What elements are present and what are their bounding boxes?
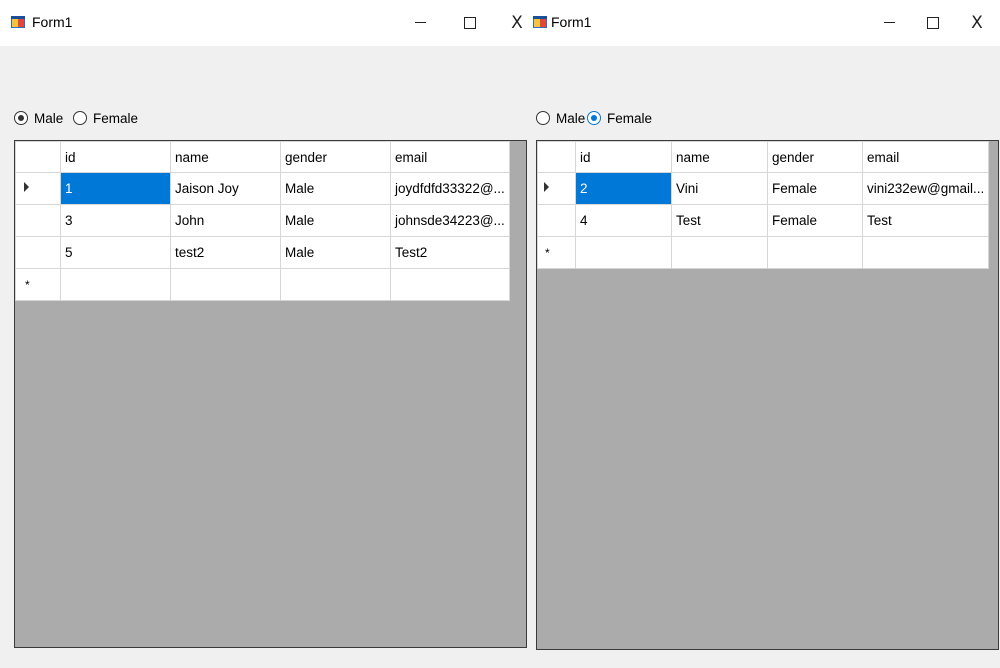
window-title: Form1 — [32, 14, 73, 30]
radio-female-indicator[interactable] — [587, 111, 601, 125]
header-row: id name gender email — [537, 141, 990, 173]
cell-id[interactable]: 4 — [575, 204, 672, 237]
column-header-gender[interactable]: gender — [767, 141, 863, 173]
form-window-female: Form1 X Male Female id name gender email — [527, 0, 1000, 668]
cell-name[interactable]: Jaison Joy — [170, 172, 281, 205]
close-button[interactable]: X — [505, 10, 527, 36]
cell-email[interactable]: johnsde34223@... — [390, 204, 510, 237]
corner-header-cell[interactable] — [537, 141, 576, 173]
row-header[interactable] — [537, 204, 576, 237]
app-form-icon — [11, 16, 25, 28]
new-row[interactable]: * — [15, 268, 510, 301]
column-header-id[interactable]: id — [575, 141, 672, 173]
column-header-gender[interactable]: gender — [280, 141, 391, 173]
cell-name[interactable]: John — [170, 204, 281, 237]
row-header[interactable] — [15, 204, 61, 237]
current-row-arrow-icon — [24, 182, 29, 192]
cell-name[interactable]: Test — [671, 204, 768, 237]
window-title: Form1 — [551, 14, 592, 30]
minimize-icon — [414, 22, 426, 23]
new-row[interactable]: * — [537, 236, 990, 269]
radio-male-label: Male — [34, 110, 64, 126]
new-cell-name[interactable] — [671, 236, 768, 269]
new-cell-gender[interactable] — [767, 236, 863, 269]
header-row: id name gender email — [15, 141, 510, 173]
new-cell-id[interactable] — [60, 268, 171, 301]
radio-female-label: Female — [607, 110, 653, 126]
data-grid-table: id name gender email 1 Jaison Joy Male j… — [15, 141, 510, 301]
cell-email[interactable]: joydfdfd33322@... — [390, 172, 510, 205]
new-row-header[interactable]: * — [15, 268, 61, 301]
new-row-header[interactable]: * — [537, 236, 576, 269]
cell-email[interactable]: vini232ew@gmail... — [861, 172, 990, 205]
title-bar: Form1 X — [527, 0, 1000, 46]
column-header-email[interactable]: email — [861, 141, 990, 173]
new-cell-email[interactable] — [390, 268, 510, 301]
app-form-icon — [533, 16, 547, 28]
maximize-button[interactable] — [921, 10, 945, 36]
radio-male-indicator[interactable] — [14, 111, 28, 125]
row-header-current[interactable] — [537, 172, 576, 205]
new-cell-name[interactable] — [170, 268, 281, 301]
radio-male[interactable]: Male — [536, 108, 585, 128]
table-row[interactable]: 1 Jaison Joy Male joydfdfd33322@... — [15, 172, 510, 205]
cell-gender[interactable]: Female — [767, 172, 863, 205]
current-row-arrow-icon — [544, 182, 549, 192]
data-grid[interactable]: id name gender email 2 Vini Female vini2… — [536, 140, 999, 650]
radio-female-indicator[interactable] — [73, 111, 87, 125]
column-header-name[interactable]: name — [170, 141, 281, 173]
maximize-button[interactable] — [458, 10, 482, 36]
title-bar: Form1 X — [0, 0, 527, 46]
radio-male[interactable]: Male — [14, 108, 63, 128]
table-row[interactable]: 5 test2 Male Test2 — [15, 236, 510, 269]
new-cell-gender[interactable] — [280, 268, 391, 301]
column-header-name[interactable]: name — [671, 141, 768, 173]
cell-gender[interactable]: Male — [280, 236, 391, 269]
cell-id[interactable]: 5 — [60, 236, 171, 269]
form-window-male: Form1 X Male Female id name gender email — [0, 0, 527, 668]
table-row[interactable]: 3 John Male johnsde34223@... — [15, 204, 510, 237]
minimize-button[interactable] — [408, 10, 432, 36]
cell-name[interactable]: test2 — [170, 236, 281, 269]
cell-email[interactable]: Test — [861, 204, 990, 237]
cell-email[interactable]: Test2 — [390, 236, 510, 269]
cell-id-selected[interactable]: 1 — [60, 172, 171, 205]
row-header-current[interactable] — [15, 172, 61, 205]
maximize-icon — [464, 16, 476, 29]
data-grid[interactable]: id name gender email 1 Jaison Joy Male j… — [14, 140, 527, 648]
corner-header-cell[interactable] — [15, 141, 61, 173]
maximize-icon — [927, 16, 939, 29]
cell-gender[interactable]: Male — [280, 204, 391, 237]
radio-male-indicator[interactable] — [536, 111, 550, 125]
cell-gender[interactable]: Female — [767, 204, 863, 237]
new-row-star-icon: * — [25, 277, 30, 292]
new-cell-email[interactable] — [861, 236, 990, 269]
cell-id-selected[interactable]: 2 — [575, 172, 672, 205]
cell-name[interactable]: Vini — [671, 172, 768, 205]
row-header[interactable] — [15, 236, 61, 269]
data-grid-table: id name gender email 2 Vini Female vini2… — [537, 141, 990, 269]
gender-radio-group: Male Female — [536, 108, 736, 128]
cell-gender[interactable]: Male — [280, 172, 391, 205]
gender-radio-group: Male Female — [14, 108, 214, 128]
column-header-email[interactable]: email — [390, 141, 510, 173]
table-row[interactable]: 2 Vini Female vini232ew@gmail... — [537, 172, 990, 205]
radio-female-label: Female — [93, 110, 139, 126]
radio-male-label: Male — [556, 110, 586, 126]
minimize-button[interactable] — [877, 10, 901, 36]
minimize-icon — [883, 22, 895, 23]
radio-female[interactable]: Female — [587, 108, 652, 128]
column-header-id[interactable]: id — [60, 141, 171, 173]
new-cell-id[interactable] — [575, 236, 672, 269]
cell-id[interactable]: 3 — [60, 204, 171, 237]
close-button[interactable]: X — [965, 10, 989, 36]
radio-female[interactable]: Female — [73, 108, 138, 128]
new-row-star-icon: * — [545, 245, 550, 260]
table-row[interactable]: 4 Test Female Test — [537, 204, 990, 237]
